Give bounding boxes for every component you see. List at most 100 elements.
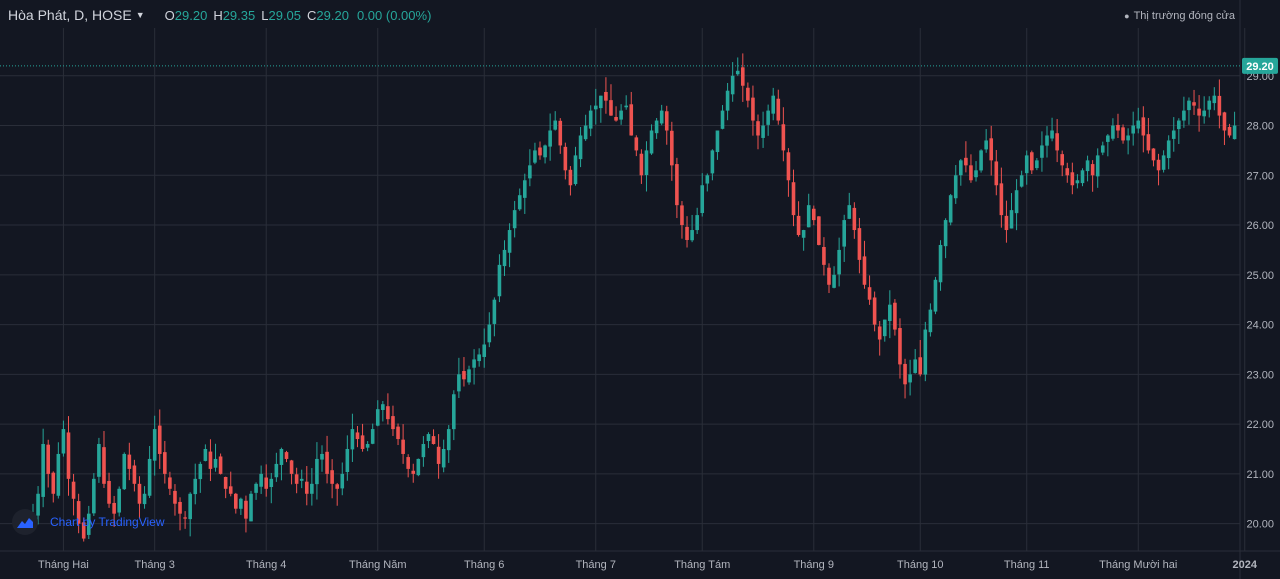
candle-body — [1161, 155, 1166, 170]
candle-body — [284, 452, 289, 459]
candle-body — [938, 244, 943, 283]
close-value: 29.20 — [316, 7, 349, 23]
candle-body — [705, 175, 710, 184]
x-axis: Tháng Hai Tháng 3 Tháng 4 Tháng Năm Tháng 6 T… — [38, 559, 1258, 571]
x-tick-label: Tháng 10 — [897, 559, 943, 571]
candle-body — [188, 493, 192, 520]
candle-body — [1202, 110, 1206, 117]
candle-body — [163, 452, 167, 474]
candle-body — [832, 274, 836, 288]
candle-body — [862, 256, 867, 285]
candle-body — [396, 426, 400, 440]
candle-body — [923, 329, 928, 375]
x-tick-label: Tháng Hai — [38, 559, 89, 571]
candle-body — [685, 226, 689, 240]
y-tick-label: 22.00 — [1246, 419, 1274, 431]
candle-body — [1100, 145, 1105, 153]
price-chart[interactable]: 20.00 21.00 22.00 23.00 24.00 25.00 26.00 27.00… — [0, 0, 1280, 579]
candle-body — [639, 153, 644, 176]
candle-body — [97, 444, 101, 477]
candle-body — [289, 460, 294, 474]
high-value: 29.35 — [222, 7, 256, 23]
candle-body — [234, 493, 238, 509]
candle-body — [1197, 108, 1201, 116]
y-tick-label: 24.00 — [1246, 320, 1274, 332]
candle-body — [502, 249, 507, 267]
candle-body — [999, 183, 1004, 216]
candle-body — [249, 493, 253, 522]
candle-body — [1090, 164, 1095, 176]
candle-body — [142, 493, 147, 505]
x-tick-label: Tháng 4 — [246, 559, 286, 571]
candle-body — [553, 120, 558, 130]
candle-body — [1166, 140, 1171, 159]
symbol-title[interactable]: Hòa Phát, D, HOSE — [8, 7, 132, 23]
candle-body — [969, 165, 973, 181]
candle-body — [294, 474, 299, 484]
candle-body — [634, 137, 639, 151]
x-tick-label: Tháng Tám — [674, 559, 730, 571]
candle-body — [299, 478, 304, 481]
candle-body — [477, 354, 481, 362]
candle-body — [178, 501, 182, 514]
chevron-down-icon[interactable]: ▼ — [136, 10, 145, 20]
candle-body — [533, 150, 537, 163]
candle-body — [1126, 135, 1130, 141]
candle-body — [756, 121, 760, 136]
candle-body — [375, 409, 380, 426]
candle-body — [512, 210, 517, 229]
candle-body — [173, 490, 177, 504]
watermark-text: Chart by TradingView — [50, 515, 165, 529]
candle-body — [1060, 154, 1065, 166]
candle-body — [893, 302, 897, 330]
candle-body — [431, 436, 436, 445]
candle-body — [1040, 145, 1044, 158]
candle-body — [137, 483, 142, 504]
last-price-marker: 29.20 — [0, 57, 1278, 74]
candle-body — [208, 451, 213, 469]
x-tick-label: Tháng Năm — [349, 559, 406, 571]
candle-body — [1187, 100, 1191, 111]
candle-body — [629, 104, 634, 136]
candle-body — [675, 164, 679, 206]
candle-body — [147, 458, 152, 496]
candle-body — [1029, 152, 1034, 171]
candle-body — [654, 120, 659, 134]
candle-body — [715, 130, 720, 153]
tradingview-watermark[interactable]: Chart by TradingView — [12, 509, 165, 535]
candle-body — [791, 182, 796, 216]
candle-body — [827, 267, 831, 285]
candle-body — [837, 249, 841, 275]
candle-body — [416, 458, 421, 476]
y-tick-label: 27.00 — [1246, 170, 1274, 182]
candle-body — [218, 456, 223, 474]
candle-body — [492, 299, 497, 324]
candle-body — [46, 444, 51, 474]
x-tick-label: Tháng 9 — [794, 559, 834, 571]
candle-body — [817, 216, 821, 245]
candle-body — [588, 110, 593, 129]
candle-body — [979, 150, 983, 171]
candle-body — [624, 105, 628, 108]
candle-body — [391, 416, 395, 430]
candle-body — [730, 75, 735, 95]
candle-body — [264, 477, 269, 489]
candle-body — [604, 91, 608, 101]
candle-body — [345, 448, 350, 472]
y-tick-label: 21.00 — [1246, 469, 1274, 481]
candle-body — [913, 359, 917, 373]
candle-body — [974, 170, 978, 178]
candle-body — [472, 359, 476, 368]
candle-body — [421, 444, 426, 458]
candle-body — [568, 169, 573, 186]
candle-body — [1035, 160, 1039, 169]
candle-body — [51, 472, 56, 494]
candle-body — [446, 429, 451, 451]
candle-body — [822, 247, 826, 265]
candle-body — [781, 124, 786, 151]
candle-body — [1182, 110, 1186, 121]
candle-body — [766, 110, 770, 125]
candle-body — [918, 357, 923, 375]
candles-series[interactable] — [31, 53, 1237, 542]
y-tick-label: 26.00 — [1246, 220, 1274, 232]
